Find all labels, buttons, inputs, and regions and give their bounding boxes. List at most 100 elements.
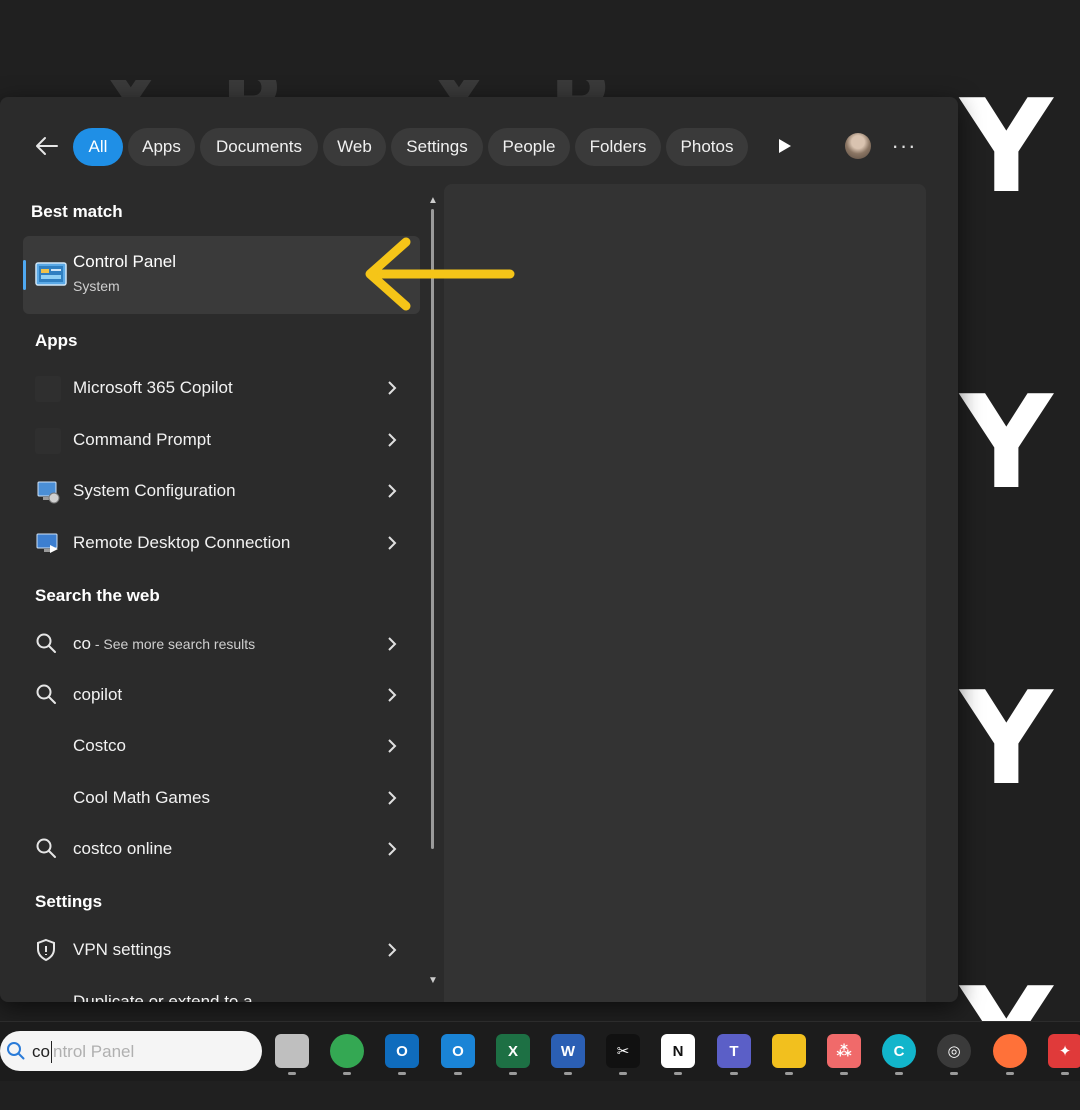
taskbar-word-icon[interactable]: W xyxy=(551,1034,585,1068)
taskbar-outlook-icon[interactable]: O xyxy=(385,1034,419,1068)
app-icon xyxy=(35,376,61,402)
taskbar-outlook-new-icon[interactable]: O xyxy=(441,1034,475,1068)
taskbar-running-indicator xyxy=(1061,1072,1069,1075)
chevron-right-icon[interactable] xyxy=(381,838,403,860)
web-result-label: costco online xyxy=(73,839,173,858)
web-result-item[interactable]: Cool Math Games xyxy=(23,775,420,821)
background-letter: Y xyxy=(960,73,1053,222)
chevron-right-icon[interactable] xyxy=(381,735,403,757)
chevron-right-icon[interactable] xyxy=(381,684,403,706)
taskbar-task-view-icon[interactable] xyxy=(275,1034,309,1068)
search-icon xyxy=(7,1042,25,1060)
chevron-right-icon[interactable] xyxy=(381,377,403,399)
taskbar-app-red-icon[interactable]: ✦ xyxy=(1048,1034,1080,1068)
best-match-title: Control Panel xyxy=(73,252,177,271)
app-result-item[interactable]: Microsoft 365 Copilot xyxy=(23,365,420,411)
filter-chip-apps[interactable]: Apps xyxy=(128,128,195,166)
web-result-item[interactable]: Costco xyxy=(23,723,420,769)
background-letter: Y xyxy=(960,665,1053,814)
app-result-label: System Configuration xyxy=(73,481,236,500)
app-icon xyxy=(35,428,61,454)
taskbar-running-indicator xyxy=(454,1072,462,1075)
app-result-item[interactable]: Command Prompt xyxy=(23,417,420,463)
taskbar-running-indicator xyxy=(509,1072,517,1075)
more-filters-button[interactable] xyxy=(770,131,800,161)
remote-desktop-icon xyxy=(35,531,61,557)
system-configuration-icon xyxy=(35,479,61,505)
text-caret xyxy=(51,1041,52,1063)
chevron-right-icon[interactable] xyxy=(381,787,403,809)
taskbar-obs-icon[interactable]: ◎ xyxy=(937,1034,971,1068)
shield-icon xyxy=(35,938,61,964)
back-arrow-icon xyxy=(36,137,58,155)
search-icon xyxy=(35,683,61,709)
taskbar-running-indicator xyxy=(895,1072,903,1075)
back-button[interactable] xyxy=(30,129,64,163)
filter-chip-all[interactable]: All xyxy=(73,128,123,166)
taskbar-running-indicator xyxy=(398,1072,406,1075)
filter-chip-people[interactable]: People xyxy=(488,128,570,166)
taskbar-running-indicator xyxy=(950,1072,958,1075)
control-panel-icon xyxy=(35,260,67,290)
taskbar-asana-icon[interactable]: ⁂ xyxy=(827,1034,861,1068)
chevron-right-icon[interactable] xyxy=(381,429,403,451)
annotation-arrow-icon xyxy=(365,237,515,311)
taskbar-running-indicator xyxy=(785,1072,793,1075)
app-result-label: Command Prompt xyxy=(73,430,211,449)
taskbar-running-indicator xyxy=(674,1072,682,1075)
taskbar-notion-icon[interactable]: N xyxy=(661,1034,695,1068)
app-result-item[interactable]: Remote Desktop Connection xyxy=(23,520,420,566)
app-result-label: Remote Desktop Connection xyxy=(73,533,291,552)
scroll-down-icon[interactable]: ▼ xyxy=(428,975,438,986)
filter-chip-documents[interactable]: Documents xyxy=(200,128,318,166)
taskbar-file-explorer-icon[interactable] xyxy=(772,1034,806,1068)
web-result-label: Cool Math Games xyxy=(73,788,210,807)
search-icon xyxy=(35,632,61,658)
web-result-label: Costco xyxy=(73,736,126,755)
scroll-up-icon[interactable]: ▲ xyxy=(428,195,438,206)
taskbar-capcut-icon[interactable]: ✂ xyxy=(606,1034,640,1068)
taskbar-running-indicator xyxy=(564,1072,572,1075)
settings-result-item[interactable]: VPN settings xyxy=(23,927,420,973)
search-autocomplete-hint: ntrol Panel xyxy=(53,1042,135,1061)
web-result-item[interactable]: costco online xyxy=(23,826,420,872)
start-search-panel: All Apps Documents Web Settings People F… xyxy=(0,97,958,1002)
taskbar-firefox-icon[interactable] xyxy=(993,1034,1027,1068)
web-result-item[interactable]: copilot xyxy=(23,672,420,718)
background-side-letters: Y Y Y Y xyxy=(960,0,1080,1100)
taskbar-running-indicator xyxy=(619,1072,627,1075)
filter-chip-folders[interactable]: Folders xyxy=(575,128,661,166)
taskbar-running-indicator xyxy=(288,1072,296,1075)
filter-chip-settings[interactable]: Settings xyxy=(391,128,483,166)
taskbar-teams-icon[interactable]: T xyxy=(717,1034,751,1068)
filter-chip-web[interactable]: Web xyxy=(323,128,386,166)
web-result-label: co - See more search results xyxy=(73,634,256,653)
taskbar-running-indicator xyxy=(840,1072,848,1075)
taskbar-search-box[interactable]: co ntrol Panel xyxy=(0,1031,262,1071)
section-search-the-web: Search the web xyxy=(35,586,160,605)
avatar[interactable] xyxy=(845,133,871,159)
filter-chip-photos[interactable]: Photos xyxy=(666,128,748,166)
taskbar-canva-icon[interactable]: C xyxy=(882,1034,916,1068)
section-best-match: Best match xyxy=(31,202,123,221)
taskbar-running-indicator xyxy=(1006,1072,1014,1075)
settings-result-partial[interactable]: Duplicate or extend to a... xyxy=(73,987,267,1002)
section-apps: Apps xyxy=(35,331,78,350)
web-result-label: copilot xyxy=(73,685,123,704)
chevron-right-icon[interactable] xyxy=(381,939,403,961)
web-result-item[interactable]: co - See more search results xyxy=(23,621,420,667)
search-typed-text: co xyxy=(32,1042,50,1061)
app-result-item[interactable]: System Configuration xyxy=(23,468,420,514)
chevron-right-icon[interactable] xyxy=(381,633,403,655)
chevron-right-icon[interactable] xyxy=(381,480,403,502)
taskbar-excel-icon[interactable]: X xyxy=(496,1034,530,1068)
chevron-right-icon[interactable] xyxy=(381,532,403,554)
app-result-label: Microsoft 365 Copilot xyxy=(73,378,233,397)
taskbar: co ntrol Panel O O X W ✂ N T ⁂ C ◎ ✦ xyxy=(0,1021,1080,1081)
background-letter: Y xyxy=(960,369,1053,518)
taskbar-running-indicator xyxy=(343,1072,351,1075)
taskbar-chrome-icon[interactable] xyxy=(330,1034,364,1068)
selection-indicator xyxy=(23,260,26,290)
results-list: Best match Control Panel System Apps Mic… xyxy=(0,197,440,1002)
more-options-button[interactable]: ··· xyxy=(888,131,920,161)
